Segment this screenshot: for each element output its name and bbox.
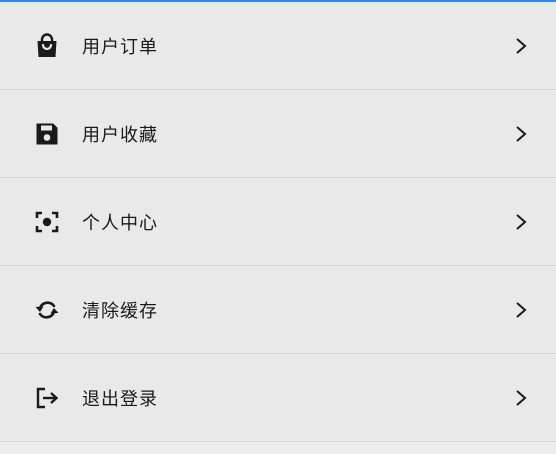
menu-item-label: 个人中心 [82, 212, 158, 234]
menu-item-label: 用户订单 [82, 36, 158, 58]
menu-item-label: 清除缓存 [82, 300, 158, 322]
chevron-right-icon [514, 124, 528, 144]
chevron-right-icon [514, 388, 528, 408]
menu-item-label: 用户收藏 [82, 124, 158, 146]
chevron-right-icon [514, 212, 528, 232]
menu-item-label: 退出登录 [82, 388, 158, 410]
refresh-icon [33, 296, 61, 324]
menu-item-user-orders[interactable]: 用户订单 [0, 2, 556, 90]
floppy-disk-icon [33, 120, 61, 148]
logout-icon [33, 384, 61, 412]
chevron-right-icon [514, 36, 528, 56]
chevron-right-icon [514, 300, 528, 320]
bottom-spacer [0, 444, 556, 454]
menu-item-clear-cache[interactable]: 清除缓存 [0, 266, 556, 354]
menu-item-logout[interactable]: 退出登录 [0, 354, 556, 442]
settings-menu: 用户订单 用户收藏 个人中心 清除缓存 退出登录 [0, 2, 556, 442]
shopping-bag-icon [33, 32, 61, 60]
center-focus-icon [33, 208, 61, 236]
menu-item-personal-center[interactable]: 个人中心 [0, 178, 556, 266]
menu-item-user-favorites[interactable]: 用户收藏 [0, 90, 556, 178]
